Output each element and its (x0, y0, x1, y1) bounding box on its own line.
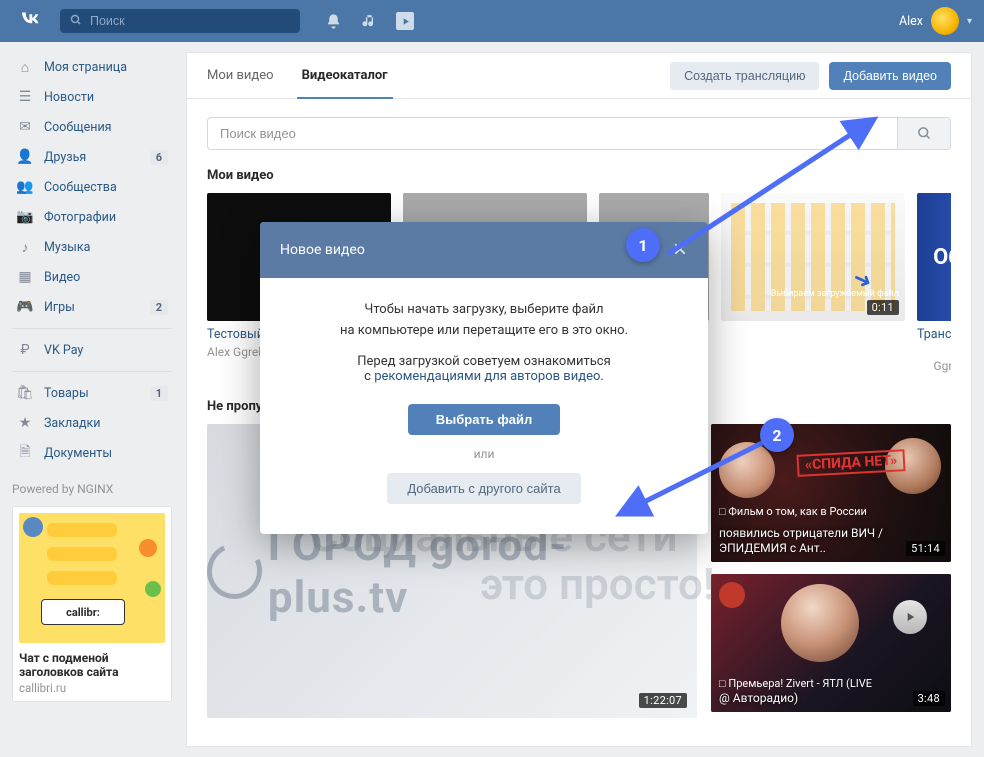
modal-line2: на компьютере или перетащите его в это о… (288, 323, 680, 338)
modal-line1: Чтобы начать загрузку, выберите файл (288, 302, 680, 317)
add-from-other-site-button[interactable]: Добавить с другого сайта (387, 473, 580, 504)
modal-body: Чтобы начать загрузку, выберите файл на … (260, 278, 708, 534)
recommendations-link[interactable]: рекомендациями для авторов видео (374, 369, 600, 384)
modal-close-icon[interactable] (672, 240, 688, 260)
modal-or: или (288, 447, 680, 461)
new-video-modal: Новое видео Чтобы начать загрузку, выбер… (260, 222, 708, 534)
annotation-badge-2: 2 (760, 418, 794, 452)
choose-file-button[interactable]: Выбрать файл (408, 404, 561, 435)
modal-line3: Перед загрузкой советуем ознакомиться с … (288, 354, 680, 384)
annotation-badge-1: 1 (626, 228, 660, 262)
modal-title: Новое видео (280, 242, 365, 258)
